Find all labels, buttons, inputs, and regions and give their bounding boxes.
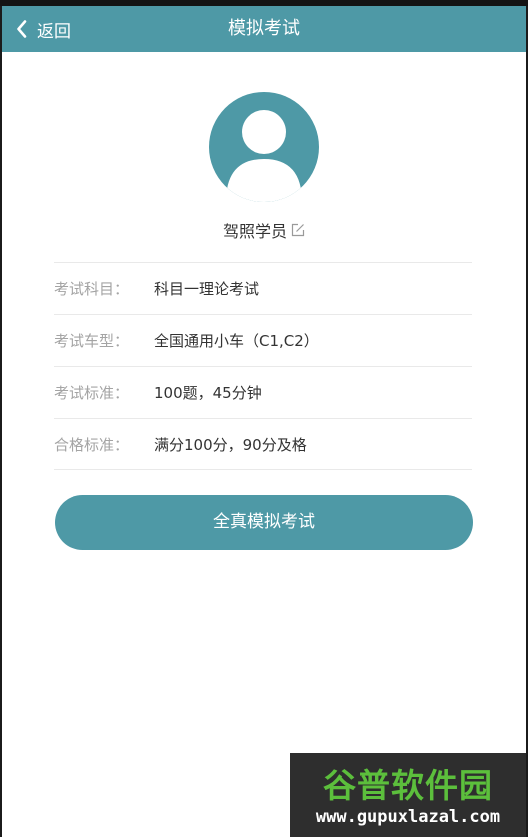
info-row-subject: 考试科目： 科目一理论考试 xyxy=(54,262,472,314)
edit-icon[interactable] xyxy=(291,223,305,237)
title-bar: 返回 模拟考试 xyxy=(2,6,526,52)
start-mock-exam-button[interactable]: 全真模拟考试 xyxy=(55,495,473,550)
info-value: 全国通用小车（C1,C2） xyxy=(154,332,319,350)
info-label: 考试车型： xyxy=(54,332,130,350)
watermark-title: 谷普软件园 xyxy=(323,766,493,805)
watermark: 谷普软件园 www.gupuxlazal.com xyxy=(290,753,526,837)
user-silhouette-icon xyxy=(226,110,302,202)
info-value: 100题，45分钟 xyxy=(154,384,262,402)
info-row-pass: 合格标准： 满分100分，90分及格 xyxy=(54,418,472,470)
info-value: 满分100分，90分及格 xyxy=(154,435,307,454)
profile-name-row: 驾照学员 xyxy=(2,218,526,242)
back-button[interactable]: 返回 xyxy=(16,6,71,52)
info-label: 合格标准： xyxy=(54,435,130,454)
avatar[interactable] xyxy=(209,92,319,202)
info-row-standard: 考试标准： 100题，45分钟 xyxy=(54,366,472,418)
chevron-left-icon xyxy=(16,20,27,38)
info-row-vehicle: 考试车型： 全国通用小车（C1,C2） xyxy=(54,314,472,366)
app-screen: 返回 模拟考试 驾照学员 考试科目： 科目一理论考试 考试车型： 全国通用小车（… xyxy=(2,6,526,837)
info-label: 考试科目： xyxy=(54,280,130,298)
back-label: 返回 xyxy=(37,21,71,42)
info-value: 科目一理论考试 xyxy=(154,280,260,298)
watermark-url: www.gupuxlazal.com xyxy=(315,807,501,827)
profile-name: 驾照学员 xyxy=(222,222,287,241)
info-label: 考试标准： xyxy=(54,384,130,402)
exam-info-list: 考试科目： 科目一理论考试 考试车型： 全国通用小车（C1,C2） 考试标准： … xyxy=(54,262,472,470)
page-title: 模拟考试 xyxy=(228,18,300,39)
